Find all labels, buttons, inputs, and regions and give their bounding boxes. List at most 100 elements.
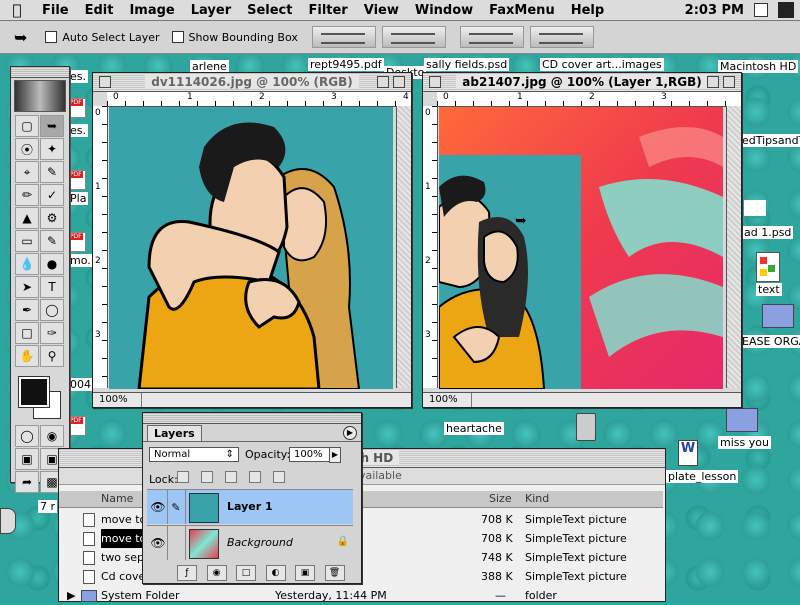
adjustment-layer-icon[interactable]: ◐	[265, 565, 286, 581]
slice-tool-icon[interactable]: ✎	[40, 161, 64, 183]
pencil-tool-icon[interactable]: ✎	[40, 230, 64, 252]
menu-layer[interactable]: Layer	[183, 3, 239, 18]
pdf-file-icon[interactable]	[69, 232, 86, 252]
eye-visibility-icon[interactable]: 👁	[149, 526, 168, 560]
zoom-box-icon[interactable]	[377, 76, 389, 88]
lock-image-icon[interactable]	[201, 471, 213, 483]
desktop-icon[interactable]	[744, 200, 766, 216]
menu-filter[interactable]: Filter	[300, 3, 355, 18]
layers-palette-titlebar[interactable]	[143, 413, 361, 424]
airbrush-tool-icon[interactable]: ✏	[15, 184, 39, 206]
document-window-2[interactable]: ab21407.jpg @ 100% (Layer 1,RGB) 0 1 2 3…	[422, 72, 742, 408]
palette-menu-button[interactable]: ▶	[343, 426, 357, 440]
path-select-tool-icon[interactable]: ➤	[15, 276, 39, 298]
zoom-level[interactable]: 100%	[93, 393, 142, 407]
window-1-titlebar[interactable]: dv1114026.jpg @ 100% (RGB)	[93, 73, 411, 92]
vertical-scrollbar[interactable]	[396, 106, 411, 388]
desktop-icon-label[interactable]: 004	[68, 378, 93, 391]
history-brush-tool-icon[interactable]: ⚙	[40, 207, 64, 229]
control-strip-tab[interactable]	[0, 508, 16, 534]
desktop-icon-label[interactable]: CD cover art...images	[540, 58, 664, 71]
collapse-box-icon[interactable]	[723, 76, 735, 88]
burn-tool-icon[interactable]: ●	[40, 253, 64, 275]
distribute-buttons-group-2[interactable]	[529, 26, 594, 48]
zoom-level[interactable]: 100%	[423, 393, 472, 407]
align-buttons-group-2[interactable]	[381, 26, 446, 48]
desktop-icon-label[interactable]: edTipsandTr	[740, 134, 800, 147]
application-menu-icon[interactable]	[778, 2, 794, 18]
collapse-box-icon[interactable]	[393, 76, 405, 88]
link-box-icon[interactable]	[167, 526, 186, 560]
disclosure-triangle-icon[interactable]: ▶	[67, 586, 75, 605]
paintbrush-icon[interactable]: ✎	[167, 490, 186, 524]
desktop-icon-label[interactable]: rept9495.pdf	[308, 58, 384, 71]
distribute-buttons-group-1[interactable]	[459, 26, 524, 48]
lock-position-icon[interactable]	[225, 471, 237, 483]
lock-all-icon[interactable]	[249, 471, 261, 483]
vertical-scrollbar[interactable]	[726, 106, 741, 388]
checkbox-box[interactable]	[171, 31, 184, 43]
desktop-icon-label[interactable]: text	[756, 283, 782, 296]
menu-faxmenu[interactable]: FaxMenu	[481, 3, 563, 18]
document-window-1[interactable]: dv1114026.jpg @ 100% (RGB) 0 1 2 3 4 0 1…	[92, 72, 412, 408]
close-box-icon[interactable]	[429, 76, 441, 88]
zoom-box-icon[interactable]	[707, 76, 719, 88]
image-canvas-1[interactable]	[109, 107, 393, 389]
layer-row-layer-1[interactable]: 👁 ✎ Layer 1	[147, 489, 353, 524]
auto-select-checkbox[interactable]: Auto Select Layer	[45, 31, 160, 44]
menu-file[interactable]: File	[34, 3, 77, 18]
menu-help[interactable]: Help	[563, 3, 612, 18]
crop-tool-icon[interactable]: ⌖	[15, 161, 39, 183]
type-tool-icon[interactable]: T	[40, 276, 64, 298]
close-box-icon[interactable]	[99, 76, 111, 88]
marquee-tool-icon[interactable]: ▢	[15, 115, 39, 137]
lock-transparency-icon[interactable]	[177, 471, 189, 483]
layers-tab[interactable]: Layers	[147, 425, 202, 441]
pen-tool-icon[interactable]: ✒	[15, 299, 39, 321]
menu-window[interactable]: Window	[407, 3, 481, 18]
eyedropper-tool-icon[interactable]: ✑	[40, 322, 64, 344]
desktop-icon-label[interactable]: 7 r	[38, 500, 58, 513]
pdf-file-icon[interactable]	[69, 98, 86, 118]
blend-mode-select[interactable]: Normal ⇕	[149, 447, 239, 462]
desktop-icon-label[interactable]: plate_lesson	[666, 470, 739, 483]
window-2-titlebar[interactable]: ab21407.jpg @ 100% (Layer 1,RGB)	[423, 73, 741, 92]
pdf-file-icon[interactable]	[69, 170, 86, 190]
desktop-icon-label[interactable]: es.	[68, 70, 88, 83]
menu-edit[interactable]: Edit	[77, 3, 122, 18]
ellipse-tool-icon[interactable]: ◯	[40, 299, 64, 321]
apple-menu-icon[interactable]: 	[0, 1, 34, 19]
folder-icon[interactable]	[762, 304, 794, 328]
blur-tool-icon[interactable]: 💧	[15, 253, 39, 275]
control-strip-icon[interactable]	[754, 3, 768, 17]
column-size-header[interactable]: Size	[489, 492, 512, 505]
menu-image[interactable]: Image	[121, 3, 182, 18]
eye-visibility-icon[interactable]: 👁	[149, 490, 168, 524]
imageready-jump-icon[interactable]: ➦	[15, 471, 39, 493]
menubar-clock[interactable]: 2:03 PM	[685, 3, 754, 18]
align-buttons-group-1[interactable]	[311, 26, 376, 48]
layer-style-icon[interactable]: ƒ	[177, 565, 197, 581]
trash-icon[interactable]: 🗑	[324, 565, 345, 581]
zoom-tool-icon[interactable]: ⚲	[40, 345, 64, 367]
layer-mask-icon[interactable]: ◉	[206, 565, 227, 581]
adobe-eye-logo[interactable]	[14, 80, 66, 112]
eraser-tool-icon[interactable]: ▭	[15, 230, 39, 252]
image-canvas-2[interactable]	[439, 107, 723, 389]
bounding-box-checkbox[interactable]: Show Bounding Box	[171, 31, 298, 44]
opacity-slider-arrow-icon[interactable]: ▶	[329, 447, 341, 463]
finder-row[interactable]: ▶ System Folder Yesterday, 11:44 PM — fo…	[59, 586, 663, 605]
notes-tool-icon[interactable]: □	[15, 322, 39, 344]
hand-tool-icon[interactable]: ✋	[15, 345, 39, 367]
menu-view[interactable]: View	[356, 3, 407, 18]
column-kind-header[interactable]: Kind	[525, 492, 549, 505]
new-set-icon[interactable]: □	[236, 565, 256, 581]
opacity-input[interactable]: 100%	[289, 447, 331, 462]
word-document-icon[interactable]: W	[678, 440, 698, 466]
desktop-icon-label[interactable]: EASE ORGAN	[740, 335, 800, 348]
new-layer-icon[interactable]: ▣	[295, 565, 315, 581]
toolbox-titlebar[interactable]	[11, 67, 69, 78]
column-name-header[interactable]: Name	[101, 492, 133, 505]
desktop-icon-label[interactable]: heartache	[444, 422, 504, 435]
stamp-tool-icon[interactable]: ▲	[15, 207, 39, 229]
